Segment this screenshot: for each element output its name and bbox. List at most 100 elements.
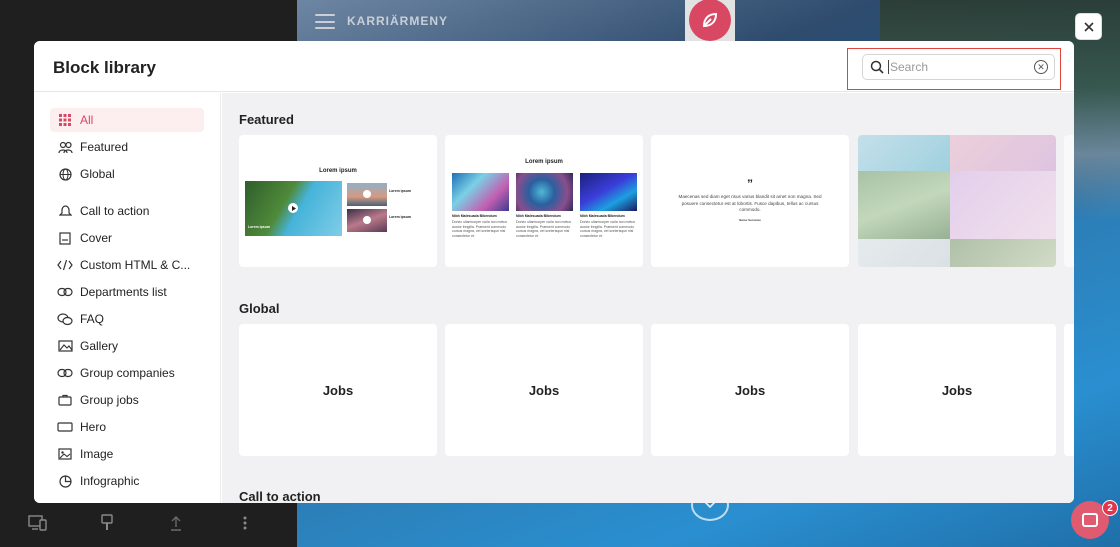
video-caption: Lorem ipsum <box>248 225 270 229</box>
sidebar-item-all[interactable]: All <box>50 108 204 132</box>
block-card-jobs[interactable]: Jobs <box>858 324 1056 456</box>
leaf-logo-icon <box>689 0 731 41</box>
more-options-icon[interactable] <box>210 516 279 535</box>
sidebar-item-label: Call to action <box>80 204 150 218</box>
sidebar-item-label: Group companies <box>80 366 175 380</box>
block-card-partial[interactable] <box>1064 135 1074 267</box>
sidebar-item-featured[interactable]: Featured <box>50 135 204 159</box>
globe-icon <box>50 167 80 181</box>
block-card-jobs[interactable]: Jobs <box>239 324 437 456</box>
quote-text: Maecenas sed diam eget risus varius blan… <box>678 194 822 212</box>
paint-brush-icon[interactable] <box>72 513 141 537</box>
column-title: Nibh Malesuada Bibendum <box>452 214 497 218</box>
section-title-call-to-action: Call to action <box>239 489 321 503</box>
sidebar-item-hero[interactable]: Hero <box>50 415 204 439</box>
close-icon <box>1083 21 1094 32</box>
hamburger-menu-icon[interactable] <box>315 14 335 29</box>
card-label: Jobs <box>941 382 973 398</box>
block-card-quote[interactable]: ” Maecenas sed diam eget risus varius bl… <box>651 135 849 267</box>
sidebar-item-custom-html[interactable]: Custom HTML & C... <box>50 253 204 277</box>
devices-icon[interactable] <box>3 514 72 536</box>
column-title: Nibh Malesuada Bibendum <box>516 214 561 218</box>
column-title: Nibh Malesuada Bibendum <box>580 214 625 218</box>
column-text: Donec ullamcorper nulla non metus auctor… <box>580 220 636 238</box>
column-image-1 <box>452 173 509 211</box>
sidebar-item-group-companies[interactable]: Group companies <box>50 361 204 385</box>
video-main-thumbnail: Lorem ipsum <box>245 181 342 236</box>
play-icon <box>288 203 298 213</box>
column-image-3 <box>580 173 637 211</box>
sidebar-item-image[interactable]: Image <box>50 442 204 466</box>
sidebar-item-faq[interactable]: FAQ <box>50 307 204 331</box>
gallery-tile <box>858 135 950 171</box>
side-title: Lorem ipsum <box>389 189 411 193</box>
block-card-columns[interactable]: Lorem ipsum Nibh Malesuada Bibendum Done… <box>445 135 643 267</box>
quote-mark: ” <box>747 177 753 191</box>
sidebar-item-label: All <box>80 113 94 127</box>
briefcase-icon <box>50 394 80 406</box>
search-input[interactable] <box>888 60 1028 74</box>
gallery-tile <box>950 135 1056 171</box>
site-logo <box>685 0 735 41</box>
card-label: Jobs <box>528 382 560 398</box>
gallery-tile <box>950 239 1056 267</box>
close-modal-button[interactable] <box>1075 13 1102 40</box>
search-box[interactable]: ✕ <box>862 54 1055 80</box>
sidebar-item-gallery[interactable]: Gallery <box>50 334 204 358</box>
side-title: Lorem ipsum <box>389 215 411 219</box>
modal-header: Block library ✕ <box>34 41 1074 92</box>
sidebar-item-label: Cover <box>80 231 113 245</box>
code-icon <box>50 259 80 271</box>
block-card-gallery[interactable] <box>858 135 1056 267</box>
pie-chart-icon <box>50 474 80 488</box>
featured-people-icon <box>50 141 80 154</box>
sidebar-item-global[interactable]: Global <box>50 162 204 186</box>
column-text: Donec ullamcorper nulla non metus auctor… <box>452 220 508 238</box>
card-label: Jobs <box>734 382 766 398</box>
sidebar-item-label: Departments list <box>80 285 167 299</box>
play-icon <box>363 216 371 224</box>
gallery-tile <box>858 171 950 239</box>
sidebar-item-label: Hero <box>80 420 107 434</box>
block-list: Featured Lorem ipsum Lorem ipsum Lorem i… <box>222 93 1074 503</box>
publish-upload-icon[interactable] <box>141 515 210 536</box>
sidebar-item-label: Group jobs <box>80 393 139 407</box>
gallery-tile <box>950 171 1056 239</box>
clear-search-icon[interactable]: ✕ <box>1034 60 1048 74</box>
site-brand: KARRIÄRMENY <box>347 14 448 28</box>
column-image-2 <box>516 173 573 211</box>
block-card-jobs[interactable]: Jobs <box>651 324 849 456</box>
play-icon <box>363 190 371 198</box>
block-library-modal: Block library ✕ All Featured G <box>34 41 1074 503</box>
modal-title: Block library <box>53 58 156 77</box>
sidebar-item-label: Featured <box>80 140 129 154</box>
gallery-tile <box>858 239 950 267</box>
sidebar-item-group-jobs[interactable]: Group jobs <box>50 388 204 412</box>
link-icon <box>50 368 80 378</box>
block-card-video[interactable]: Lorem ipsum Lorem ipsum Lorem ipsum Lore… <box>239 135 437 267</box>
section-title-global: Global <box>239 301 280 316</box>
category-sidebar: All Featured Global Call to action Cover <box>34 93 221 503</box>
hero-rectangle-icon <box>50 422 80 432</box>
section-title-featured: Featured <box>239 112 294 127</box>
column-text: Donec ullamcorper nulla non metus auctor… <box>516 220 572 238</box>
sidebar-item-departments-list[interactable]: Departments list <box>50 280 204 304</box>
sidebar-item-label: Gallery <box>80 339 119 353</box>
sidebar-item-label: Global <box>80 167 115 181</box>
block-card-jobs[interactable]: Jobs <box>445 324 643 456</box>
cover-image-icon <box>50 231 80 245</box>
grid-icon <box>50 114 80 126</box>
card-label: Jobs <box>322 382 354 398</box>
bell-icon <box>50 205 80 217</box>
chat-icon <box>1082 513 1098 527</box>
sidebar-item-cover[interactable]: Cover <box>50 226 204 250</box>
quote-author: Name Surname <box>739 218 761 222</box>
sidebar-item-infographic[interactable]: Infographic <box>50 469 204 493</box>
card-heading: Lorem ipsum <box>319 168 357 174</box>
sidebar-item-label: Image <box>80 447 114 461</box>
editor-bottom-toolbar <box>0 503 297 547</box>
search-icon <box>866 60 888 74</box>
image-icon <box>50 448 80 460</box>
sidebar-item-call-to-action[interactable]: Call to action <box>50 199 204 223</box>
block-card-partial[interactable] <box>1064 324 1074 456</box>
